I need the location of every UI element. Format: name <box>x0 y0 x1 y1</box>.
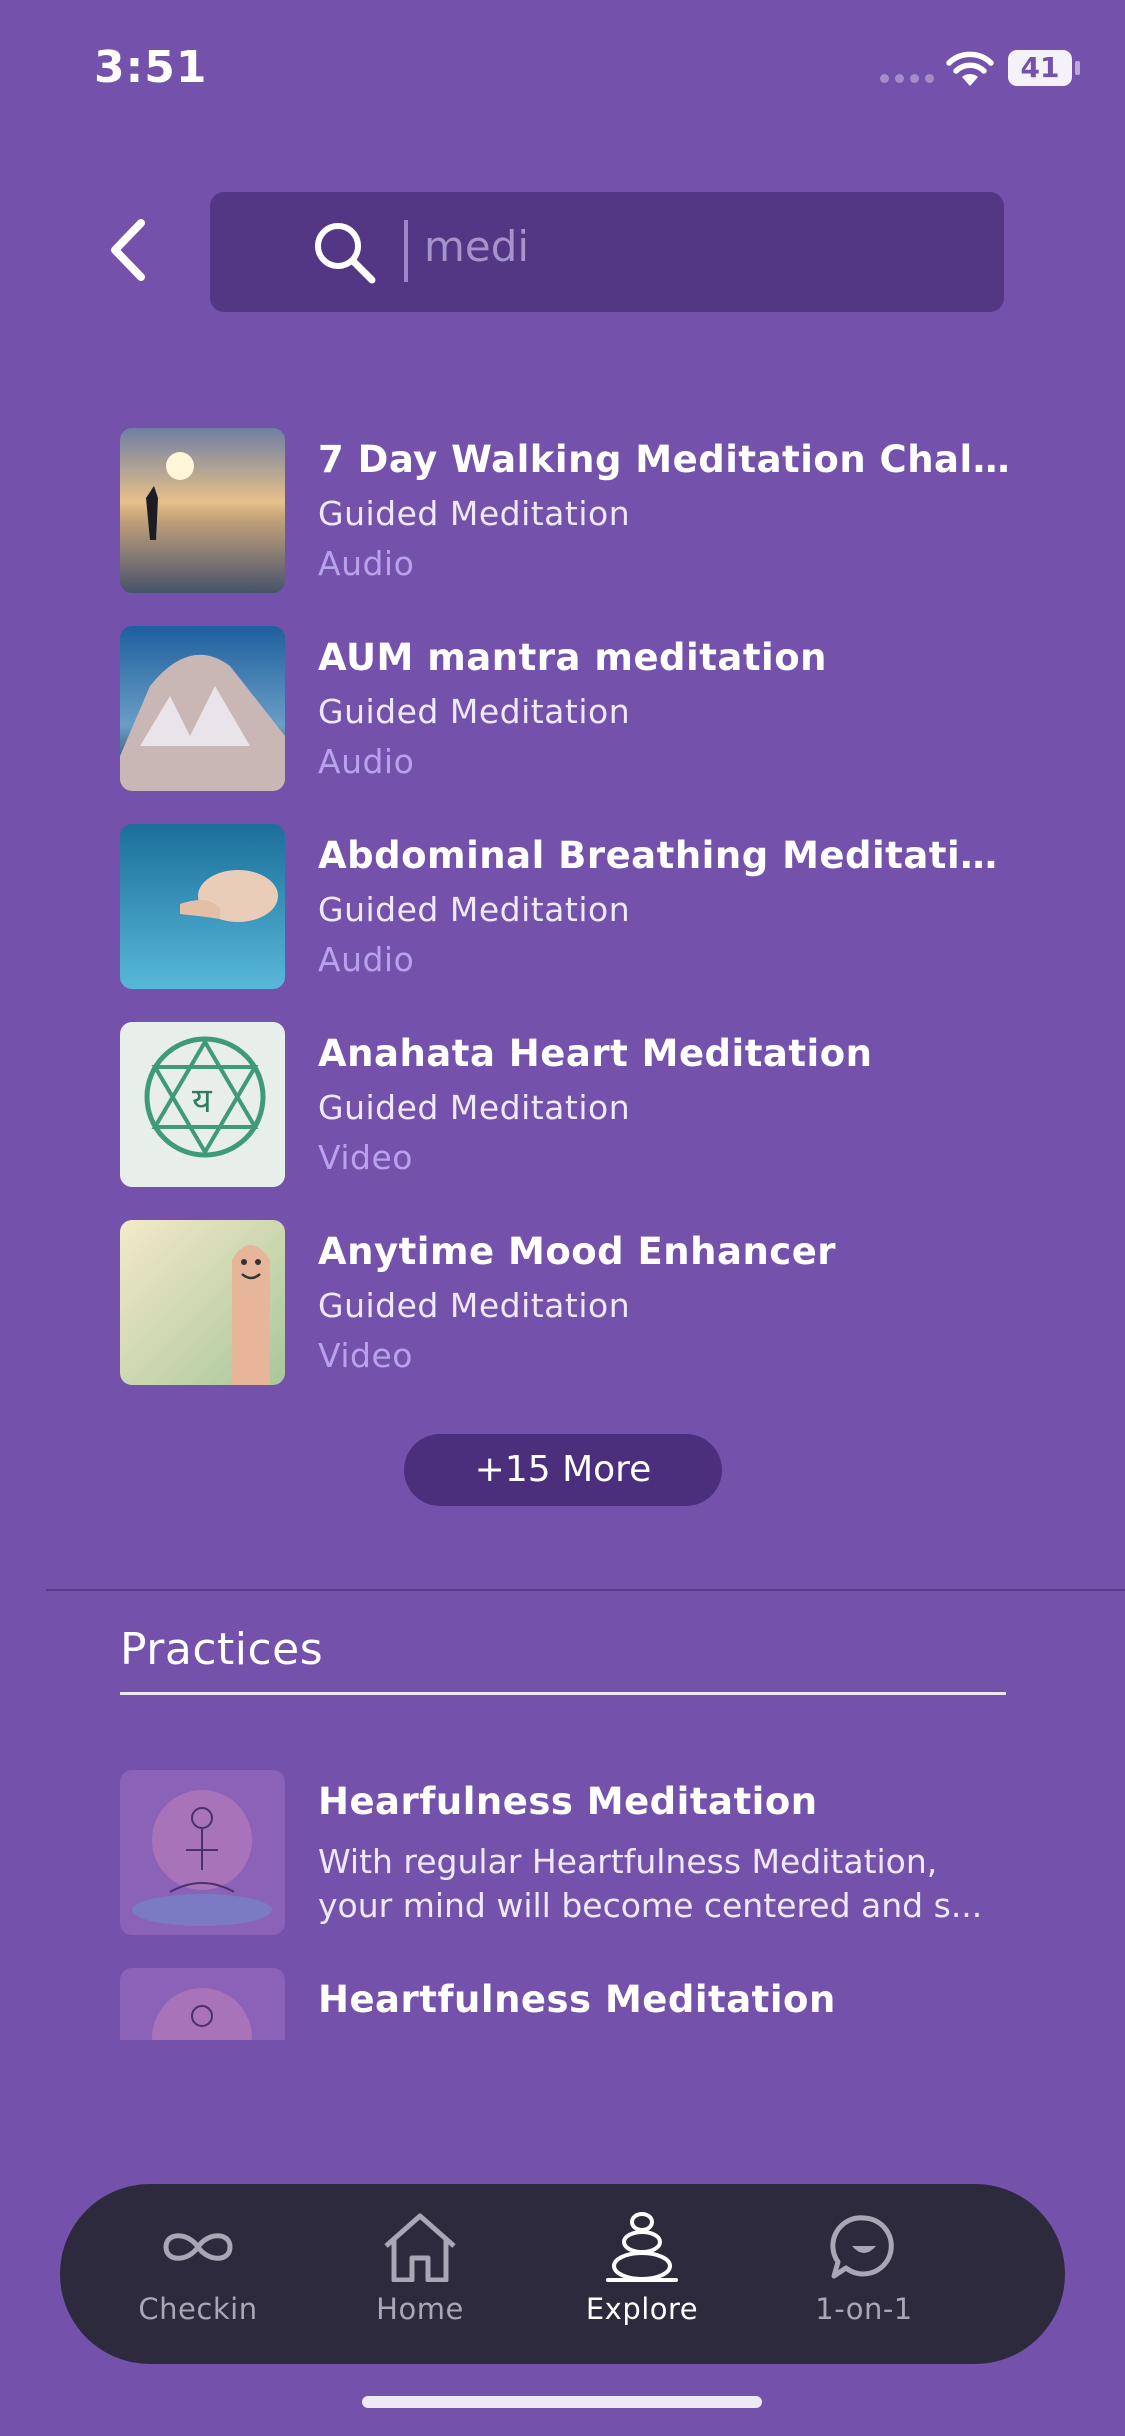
item-title: 7 Day Walking Meditation Challen... <box>318 438 1010 481</box>
list-item[interactable]: Anytime Mood Enhancer Guided Meditation … <box>120 1220 1010 1418</box>
item-title: Anahata Heart Meditation <box>318 1032 873 1075</box>
list-item[interactable]: 7 Day Walking Meditation Challen... Guid… <box>120 428 1010 626</box>
thumbnail-image <box>120 428 285 593</box>
practices-list: Hearfulness Meditation With regular Hear… <box>120 1770 1010 2040</box>
item-media-type: Video <box>318 1336 413 1375</box>
item-media-type: Video <box>318 1138 413 1177</box>
item-title: Abdominal Breathing Meditation <box>318 834 1010 877</box>
item-media-type: Audio <box>318 940 415 979</box>
tab-bar: Checkin Home Explore 1-on-1 <box>60 2184 1065 2364</box>
tab-1-on-1[interactable]: 1-on-1 <box>774 2212 954 2342</box>
stones-icon <box>606 2212 678 2282</box>
scroll-content[interactable]: 7 Day Walking Meditation Challen... Guid… <box>0 0 1125 2040</box>
item-media-type: Audio <box>318 742 415 781</box>
thumbnail-image <box>120 824 285 989</box>
item-title: Hearfulness Meditation <box>318 1780 818 1823</box>
section-title: Practices <box>120 1624 324 1675</box>
item-category: Guided Meditation <box>318 890 631 929</box>
tab-explore[interactable]: Explore <box>552 2212 732 2342</box>
section-underline <box>120 1692 1006 1695</box>
item-category: Guided Meditation <box>318 494 631 533</box>
item-title: Anytime Mood Enhancer <box>318 1230 837 1273</box>
thumbnail-image <box>120 1770 285 1935</box>
item-media-type: Audio <box>318 544 415 583</box>
list-item[interactable]: Hearfulness Meditation With regular Hear… <box>120 1770 1010 1968</box>
item-title: Heartfulness Meditation <box>318 1978 836 2021</box>
svg-text:य: य <box>192 1081 213 1121</box>
home-indicator[interactable] <box>362 2396 762 2408</box>
tab-home[interactable]: Home <box>330 2212 510 2342</box>
thumbnail-image <box>120 1968 285 2040</box>
show-more-button[interactable]: +15 More <box>404 1434 722 1506</box>
thumbnail-image <box>120 1220 285 1385</box>
item-title: AUM mantra meditation <box>318 636 827 679</box>
list-item[interactable]: य Anahata Heart Meditation Guided Medita… <box>120 1022 1010 1220</box>
tab-checkin[interactable]: Checkin <box>108 2212 288 2342</box>
item-category: Guided Meditation <box>318 692 631 731</box>
item-description: With regular Heartfulness Meditation, yo… <box>318 1842 983 1925</box>
item-category: Guided Meditation <box>318 1286 631 1325</box>
thumbnail-image: य <box>120 1022 285 1187</box>
list-item[interactable]: Heartfulness Meditation <box>120 1968 1010 2040</box>
chat-bubble-icon <box>830 2215 894 2279</box>
item-category: Guided Meditation <box>318 1088 631 1127</box>
section-divider <box>46 1589 1125 1591</box>
home-icon <box>384 2213 456 2282</box>
thumbnail-image <box>120 626 285 791</box>
list-item[interactable]: Abdominal Breathing Meditation Guided Me… <box>120 824 1010 1022</box>
results-list: 7 Day Walking Meditation Challen... Guid… <box>120 428 1010 1418</box>
infinity-icon <box>163 2233 233 2261</box>
list-item[interactable]: AUM mantra meditation Guided Meditation … <box>120 626 1010 824</box>
